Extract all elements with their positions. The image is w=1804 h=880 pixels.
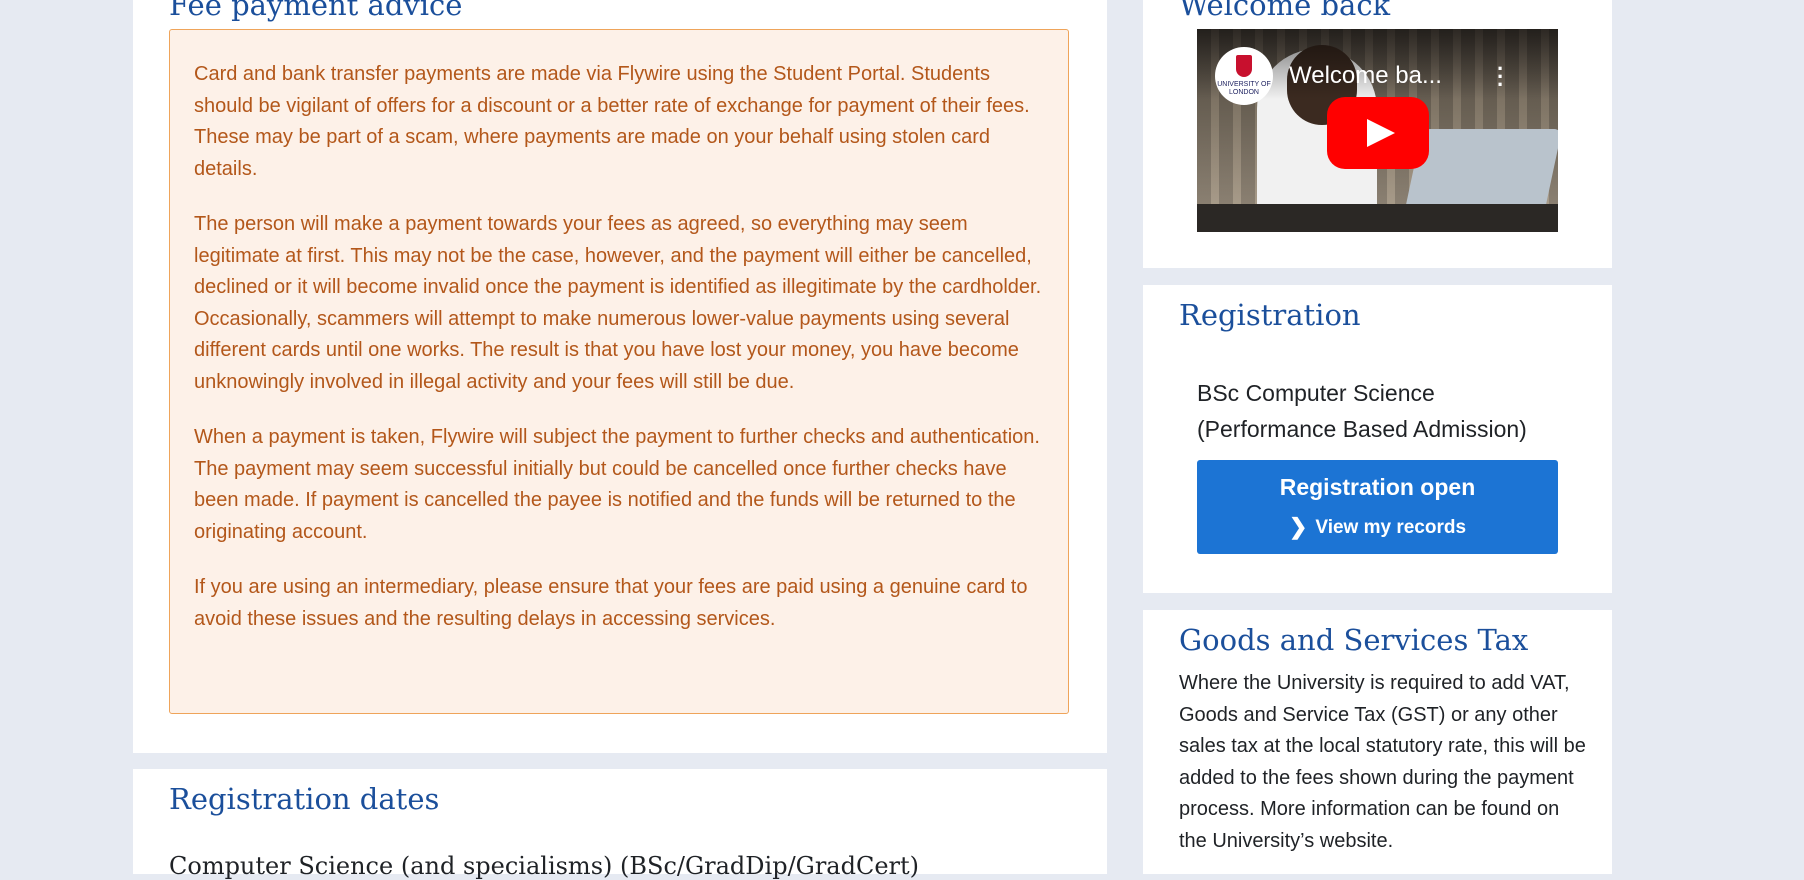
fee-advice-paragraph-2: The person will make a payment towards y… <box>194 213 1042 393</box>
view-my-records-label: View my records <box>1315 517 1467 538</box>
gst-title: Goods and Services Tax <box>1179 623 1529 657</box>
registration-dates-title: Registration dates <box>169 782 440 816</box>
fee-payment-advice-card: Fee payment advice Card and bank transfe… <box>133 0 1107 753</box>
fee-advice-box: Card and bank transfer payments are made… <box>169 29 1069 714</box>
chevron-right-icon: ❯ <box>1288 514 1308 539</box>
registration-dates-subheading: Computer Science (and specialisms) (BSc/… <box>169 852 920 880</box>
fee-payment-advice-title: Fee payment advice <box>169 0 463 22</box>
registration-card: Registration BSc Computer Science (Perfo… <box>1143 285 1612 593</box>
fee-advice-paragraph-1: Card and bank transfer payments are made… <box>194 63 1030 180</box>
programme-name: BSc Computer Science (Performance Based … <box>1197 380 1527 442</box>
fee-advice-paragraph-4: If you are using an intermediary, please… <box>194 576 1028 630</box>
registration-open-button[interactable]: Registration open ❯ View my records <box>1197 460 1558 554</box>
shield-icon <box>1236 55 1252 77</box>
video-title[interactable]: Welcome ba... <box>1289 62 1442 90</box>
registration-dates-card: Registration dates Computer Science (and… <box>133 769 1107 880</box>
channel-logo-text: UNIVERSITY OF LONDON <box>1217 81 1271 96</box>
youtube-play-icon[interactable] <box>1327 97 1429 169</box>
registration-open-label: Registration open <box>1279 474 1476 500</box>
welcome-back-card: Welcome back UNIVERSITY OF LONDON Welcom… <box>1143 0 1612 268</box>
video-table <box>1197 204 1558 232</box>
registration-title: Registration <box>1179 298 1361 332</box>
fee-advice-paragraph-3: When a payment is taken, Flywire will su… <box>194 426 1040 543</box>
more-vertical-icon[interactable]: · · · <box>1497 58 1504 96</box>
gst-card: Goods and Services Tax Where the Univers… <box>1143 610 1612 874</box>
welcome-video[interactable]: UNIVERSITY OF LONDON Welcome ba... · · · <box>1197 29 1558 232</box>
welcome-back-title: Welcome back <box>1179 0 1391 22</box>
university-channel-logo-icon[interactable]: UNIVERSITY OF LONDON <box>1215 47 1273 105</box>
gst-text: Where the University is required to add … <box>1179 672 1586 852</box>
view-my-records-link[interactable]: ❯ View my records <box>1197 513 1558 539</box>
